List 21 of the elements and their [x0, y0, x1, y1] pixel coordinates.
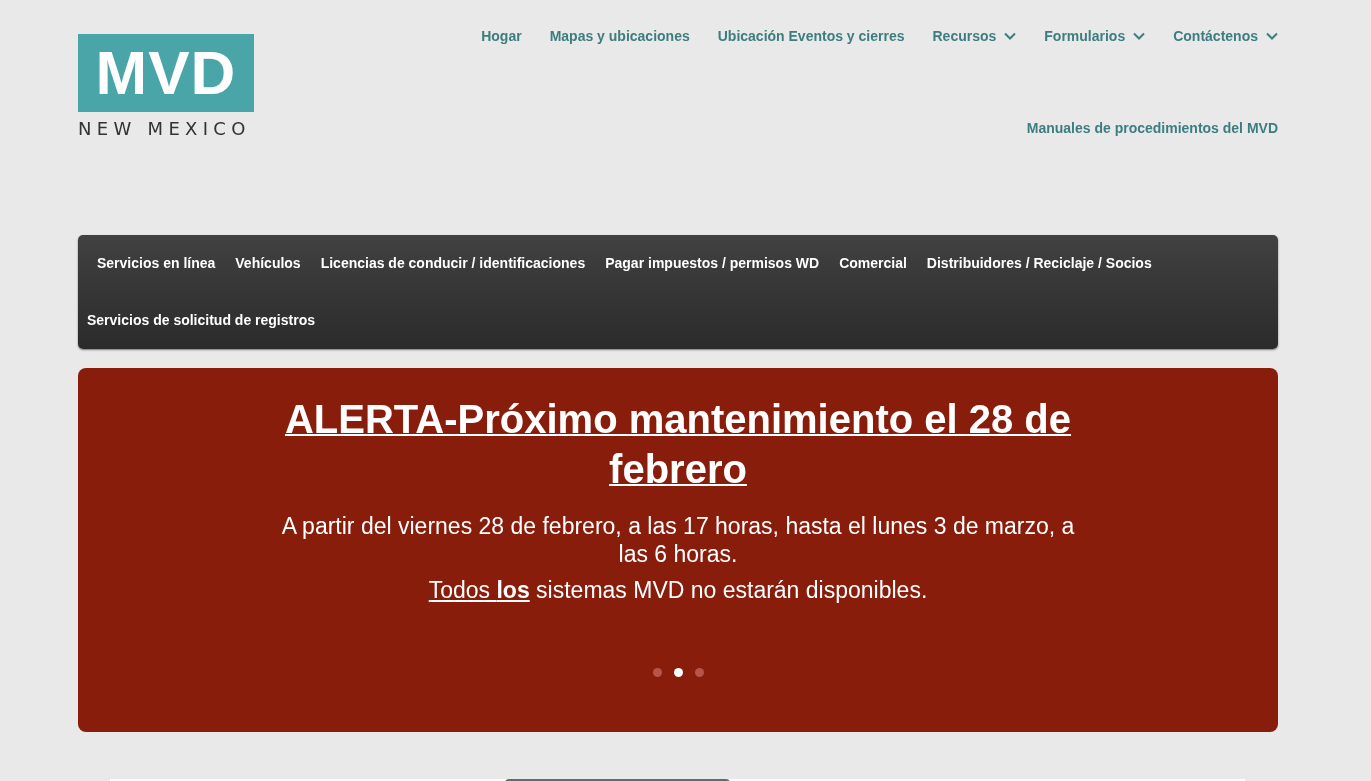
alert-notice: Todos los sistemas MVD no estarán disponibles. — [428, 576, 928, 604]
menu-item[interactable]: Servicios de solicitud de registros — [87, 292, 325, 349]
menu-item[interactable]: Distribuidores / Reciclaje / Socios — [916, 235, 1162, 292]
menu-item[interactable]: Comercial — [829, 235, 917, 292]
nav-link[interactable]: Mapas y ubicaciones — [549, 28, 690, 44]
alert-title[interactable]: ALERTA-Próximo mantenimiento el 28 de febrero — [278, 394, 1078, 494]
carousel-dot[interactable] — [673, 668, 683, 677]
alert-text: A partir del viernes 28 de febrero, a las 17 horas, hasta el lunes 3 de marzo, a las 6 horas. — [280, 512, 1076, 568]
nav-link[interactable]: Ubicación Eventos y cierres — [717, 28, 905, 44]
carousel-dot[interactable] — [652, 668, 662, 677]
menu-item[interactable]: Servicios en línea — [87, 235, 226, 292]
nav-link[interactable]: Manuales de procedimientos del MVD — [1026, 120, 1278, 136]
menu-item[interactable]: Vehículos — [225, 235, 311, 292]
menu-item[interactable]: Licencias de conducir / identificaciones — [310, 235, 596, 292]
nav-link[interactable]: Contáctenos — [1173, 28, 1278, 44]
menu-item[interactable]: Pagar impuestos / permisos WD — [595, 235, 830, 292]
carousel-dot[interactable] — [694, 668, 704, 677]
nav-link[interactable]: Recursos — [932, 28, 1017, 44]
logo-subtitle: NEW MEXICO — [78, 118, 252, 139]
nav-link[interactable]: Formularios — [1044, 28, 1146, 44]
nav-link[interactable]: Hogar — [481, 28, 522, 44]
